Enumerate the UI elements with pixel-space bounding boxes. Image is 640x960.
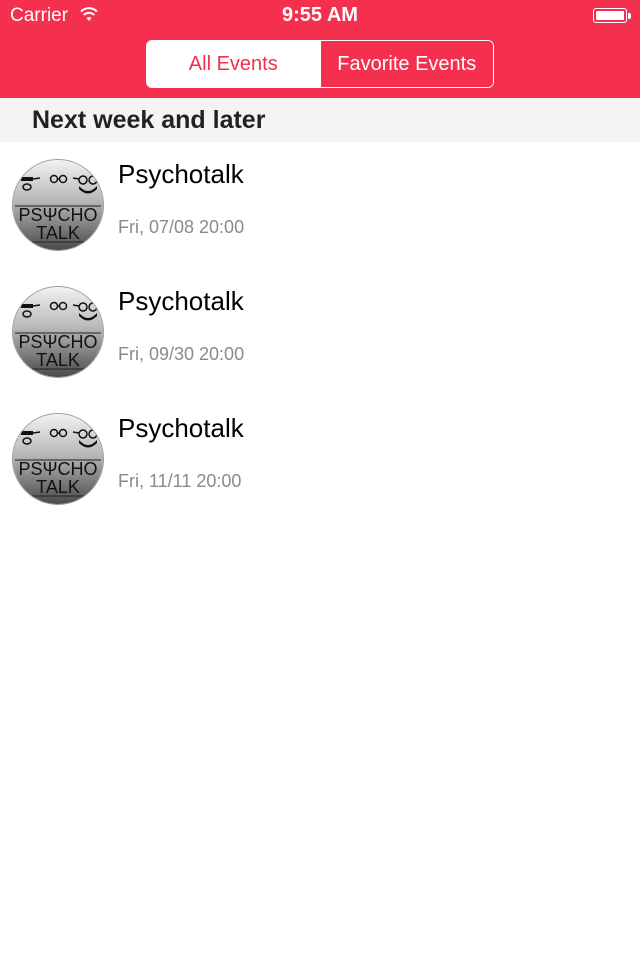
event-title: Psychotalk bbox=[118, 159, 244, 189]
psychotalk-logo-icon: PSΨCHO TALK bbox=[12, 159, 104, 251]
status-bar: Carrier 9:55 AM bbox=[0, 0, 640, 32]
tab-all-events[interactable]: All Events bbox=[147, 41, 320, 87]
event-date: Fri, 07/08 20:00 bbox=[118, 217, 245, 237]
event-date: Fri, 09/30 20:00 bbox=[118, 344, 245, 364]
event-row[interactable]: PSΨCHO TALK Psychotalk Fri, 11/11 20:00 bbox=[0, 396, 640, 523]
event-filter-segmented-control: All Events Favorite Events bbox=[146, 40, 494, 88]
logo-text-talk: TALK bbox=[36, 223, 80, 243]
event-title: Psychotalk bbox=[118, 413, 244, 443]
logo-text-talk: TALK bbox=[36, 350, 80, 370]
battery-icon bbox=[593, 8, 631, 23]
section-header: Next week and later bbox=[0, 98, 640, 142]
section-title: Next week and later bbox=[32, 106, 266, 134]
logo-text-talk: TALK bbox=[36, 477, 80, 497]
psychotalk-logo-icon: PSΨCHO TALK bbox=[12, 286, 104, 378]
event-row[interactable]: PSΨCHO TALK Psychotalk Fri, 07/08 20:00 bbox=[0, 142, 640, 269]
tab-favorite-events[interactable]: Favorite Events bbox=[319, 41, 493, 87]
event-date: Fri, 11/11 20:00 bbox=[118, 471, 242, 491]
clock: 9:55 AM bbox=[282, 4, 358, 26]
psychotalk-logo-icon: PSΨCHO TALK bbox=[12, 413, 104, 505]
event-title: Psychotalk bbox=[118, 286, 244, 316]
navigation-header: Carrier 9:55 AM All Events Favorite Even… bbox=[0, 0, 640, 98]
logo-text-psycho: PSΨCHO bbox=[18, 459, 97, 479]
event-list: PSΨCHO TALK Psychotalk Fri, 07/08 20:00 bbox=[0, 142, 640, 523]
logo-text-psycho: PSΨCHO bbox=[18, 332, 97, 352]
logo-text-psycho: PSΨCHO bbox=[18, 205, 97, 225]
event-row[interactable]: PSΨCHO TALK Psychotalk Fri, 09/30 20:00 bbox=[0, 269, 640, 396]
